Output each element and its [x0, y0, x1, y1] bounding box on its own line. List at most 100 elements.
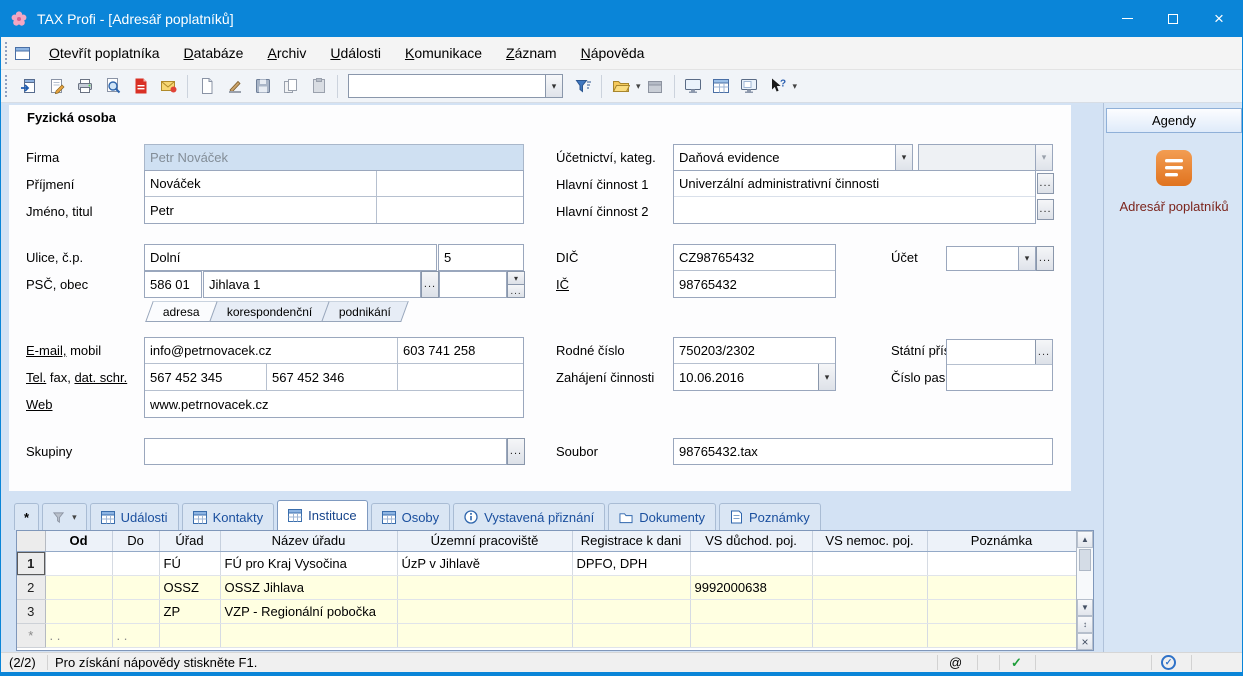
tab-osoby[interactable]: Osoby [371, 503, 451, 530]
web-field[interactable]: www.petrnovacek.cz [145, 391, 523, 417]
pdf-export-button[interactable] [127, 73, 154, 100]
paste-button[interactable] [305, 73, 332, 100]
menu-item-databaze[interactable]: Databáze [172, 37, 256, 69]
grid-cell[interactable] [572, 575, 690, 599]
open-taxpayer-button[interactable] [15, 73, 42, 100]
agenda-item-adresar[interactable]: Adresář poplatníků [1104, 149, 1243, 214]
edit-button[interactable] [43, 73, 70, 100]
titul-field[interactable] [377, 171, 523, 196]
grid-cell[interactable] [45, 599, 112, 623]
menubar-drag-handle[interactable] [5, 42, 9, 64]
grid-cell[interactable] [812, 551, 927, 575]
scrollbar-thumb[interactable] [1079, 549, 1091, 571]
dic-field[interactable]: CZ98765432 [674, 245, 835, 270]
context-help-button[interactable]: ? [764, 73, 791, 100]
grid-cell[interactable]: FÚ pro Kraj Vysočina [220, 551, 397, 575]
grid-updown-button[interactable]: ↕ [1077, 616, 1093, 633]
ucetnictvi-combobox[interactable]: Daňová evidence ▾ [673, 144, 913, 171]
tab-vystavena-priznani[interactable]: Vystavená přiznání [453, 503, 605, 530]
web-link-label[interactable]: Web [26, 397, 53, 412]
statni-prisl-dots-button[interactable]: ... [1035, 340, 1052, 364]
agendy-header[interactable]: Agendy [1106, 108, 1242, 133]
grid-cell[interactable] [927, 599, 1076, 623]
cinnost1-field[interactable]: Univerzální administrativní činnosti [674, 171, 1035, 196]
grid-cell[interactable]: . . [45, 623, 112, 647]
scrollbar-track[interactable] [1077, 548, 1093, 599]
row-number-cell[interactable]: * [17, 623, 45, 647]
grid-cell[interactable] [112, 551, 159, 575]
tab-new-record[interactable]: * [14, 503, 39, 530]
grid-cell[interactable] [690, 599, 812, 623]
menu-item-udalosti[interactable]: Události [318, 37, 393, 69]
tab-kontakty[interactable]: Kontakty [182, 503, 275, 530]
tel-field[interactable]: 567 452 345 [145, 364, 267, 390]
tab-poznamky[interactable]: Poznámky [719, 503, 821, 530]
grid-cell[interactable]: ÚzP v Jihlavě [397, 551, 572, 575]
column-header-poznamka[interactable]: Poznámka [927, 531, 1076, 551]
grid-cell[interactable] [112, 575, 159, 599]
grid-cell[interactable]: FÚ [159, 551, 220, 575]
form-view-button[interactable] [736, 73, 763, 100]
address-extra-field[interactable] [439, 271, 507, 298]
new-record-button[interactable] [193, 73, 220, 100]
cislo-pasu-field[interactable] [947, 365, 1052, 391]
tab-filter[interactable]: ▾ [42, 503, 87, 530]
filter-button[interactable] [569, 73, 596, 100]
address-tab-podnikani[interactable]: podnikání [321, 301, 409, 322]
cinnost2-field[interactable] [674, 197, 1035, 224]
ucet-dots-button[interactable]: ... [1036, 246, 1054, 271]
column-header-registrace-k-dani[interactable]: Registrace k dani [572, 531, 690, 551]
rodne-cislo-field[interactable]: 750203/2302 [674, 338, 835, 363]
statni-prisl-field[interactable] [947, 340, 1035, 364]
copy-button[interactable] [277, 73, 304, 100]
grid-cell[interactable]: OSSZ Jihlava [220, 575, 397, 599]
email-field[interactable]: info@petrnovacek.cz [145, 338, 398, 363]
grid-cell[interactable]: OSSZ [159, 575, 220, 599]
folder-dropdown-button[interactable]: ▾ [636, 81, 641, 92]
obec-field[interactable]: Jihlava 1 [203, 271, 421, 298]
tab-instituce[interactable]: Instituce [277, 500, 367, 530]
help-dropdown-button[interactable]: ▾ [793, 81, 798, 92]
address-tab-korespondencni[interactable]: korespondenční [209, 301, 330, 322]
grid-cell[interactable] [690, 623, 812, 647]
column-header-vs-duchod-poj[interactable]: VS důchod. poj. [690, 531, 812, 551]
grid-cell[interactable] [812, 575, 927, 599]
column-header-nazev-uradu[interactable]: Název úřadu [220, 531, 397, 551]
skupiny-field[interactable] [144, 438, 507, 465]
grid-cell[interactable]: 9992000638 [690, 575, 812, 599]
titul2-field[interactable] [377, 197, 523, 224]
print-button[interactable] [71, 73, 98, 100]
ulice-field[interactable]: Dolní [144, 244, 437, 271]
close-button[interactable]: × [1196, 0, 1242, 37]
scroll-up-button[interactable]: ▲ [1077, 531, 1093, 548]
open-folder-button[interactable] [607, 73, 634, 100]
table-view-button[interactable] [708, 73, 735, 100]
address-extra-dropdown-button[interactable]: ▾ ... [507, 271, 525, 298]
grid-cell[interactable] [812, 599, 927, 623]
column-header-do[interactable]: Do [112, 531, 159, 551]
column-header-uzemni-pracoviste[interactable]: Územní pracoviště [397, 531, 572, 551]
grid-cell[interactable]: DPFO, DPH [572, 551, 690, 575]
menu-item-zaznam[interactable]: Záznam [494, 37, 569, 69]
grid-cell[interactable] [220, 623, 397, 647]
ic-field[interactable]: 98765432 [674, 271, 835, 298]
search-input[interactable] [349, 75, 545, 97]
ucet-dropdown-button[interactable]: ▾ [1018, 247, 1035, 270]
grid-cell[interactable] [927, 575, 1076, 599]
send-mail-button[interactable] [155, 73, 182, 100]
cislo-popisne-field[interactable]: 5 [438, 244, 524, 271]
tab-dokumenty[interactable]: Dokumenty [608, 503, 716, 530]
minimize-button[interactable] [1104, 0, 1150, 37]
fax-field[interactable]: 567 452 346 [267, 364, 398, 390]
ic-link-label[interactable]: IČ [556, 277, 569, 292]
row-number-cell[interactable]: 2 [17, 575, 45, 599]
zahajeni-dropdown-button[interactable]: ▾ [818, 364, 835, 391]
menu-item-komunikace[interactable]: Komunikace [393, 37, 494, 69]
column-header-urad[interactable]: Úřad [159, 531, 220, 551]
grid-cell[interactable]: ZP [159, 599, 220, 623]
grid-cell[interactable] [812, 623, 927, 647]
row-number-cell[interactable]: 1 [17, 551, 45, 575]
grid-close-button[interactable]: × [1077, 633, 1093, 650]
ic-label[interactable]: IČ [556, 277, 569, 292]
stamp-button[interactable] [221, 73, 248, 100]
